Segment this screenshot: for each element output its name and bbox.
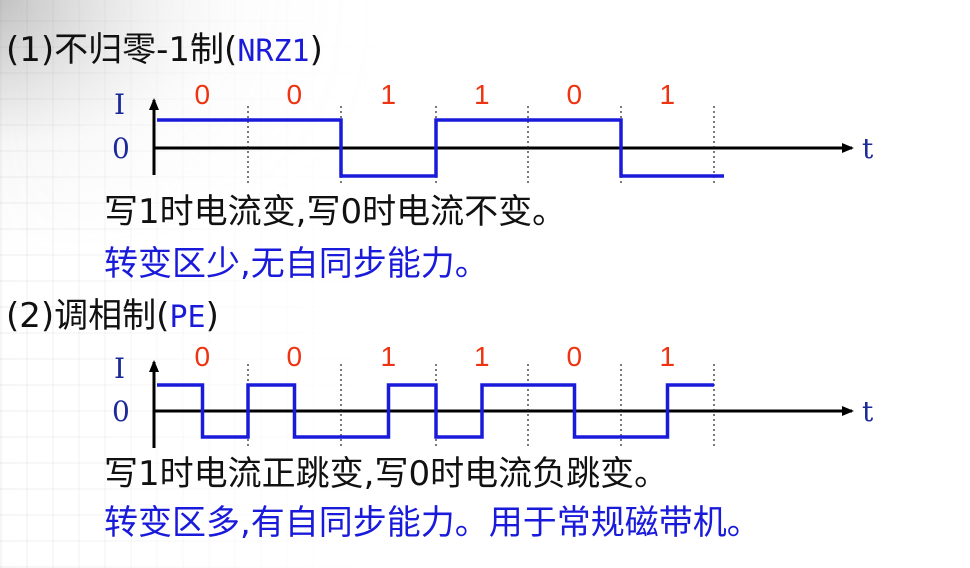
pe-diagram: I 0 t 0 0 1 1 0 1 bbox=[112, 341, 874, 448]
nrz1-bit-label: 0 bbox=[287, 79, 303, 110]
pe-y-axis-label: I bbox=[114, 352, 125, 385]
pe-bit-label: 0 bbox=[195, 341, 211, 372]
nrz1-bit-label: 1 bbox=[381, 79, 397, 110]
pe-bit-label: 0 bbox=[567, 341, 583, 372]
nrz1-x-axis-label: t bbox=[862, 132, 874, 165]
nrz1-bit-label: 1 bbox=[474, 79, 490, 110]
section-2-description-1: 写1时电流正跳变,写0时电流负跳变。 bbox=[104, 454, 669, 494]
pe-bit-label: 1 bbox=[474, 341, 490, 372]
nrz1-bit-label: 0 bbox=[195, 79, 211, 110]
nrz1-bit-label: 0 bbox=[567, 79, 583, 110]
pe-x-axis-label: t bbox=[862, 395, 874, 428]
section-1-description-2: 转变区少,无自同步能力。 bbox=[104, 244, 489, 284]
nrz1-zero-label: 0 bbox=[112, 132, 130, 165]
pe-bit-label: 1 bbox=[381, 341, 397, 372]
nrz1-bit-gridlines bbox=[247, 106, 715, 183]
section-2-heading-prefix: (2)调相制( bbox=[6, 296, 170, 336]
nrz1-diagram: I 0 t 0 0 1 1 0 1 bbox=[112, 79, 874, 183]
pe-bit-label: 0 bbox=[287, 341, 303, 372]
nrz1-bit-label: 1 bbox=[660, 79, 676, 110]
section-2-heading: (2)调相制(PE) bbox=[6, 296, 219, 338]
nrz1-bit-labels: 0 0 1 1 0 1 bbox=[195, 79, 676, 110]
pe-bit-label: 1 bbox=[660, 341, 676, 372]
pe-bit-labels: 0 0 1 1 0 1 bbox=[195, 341, 676, 372]
pe-zero-label: 0 bbox=[112, 395, 130, 428]
section-2-heading-code: PE bbox=[169, 300, 206, 335]
section-2-description-2: 转变区多,有自同步能力。用于常规磁带机。 bbox=[104, 503, 761, 543]
section-2-heading-suffix: ) bbox=[205, 296, 219, 336]
section-1-description-1: 写1时电流变,写0时电流不变。 bbox=[104, 192, 567, 232]
nrz1-y-axis-label: I bbox=[114, 88, 125, 121]
